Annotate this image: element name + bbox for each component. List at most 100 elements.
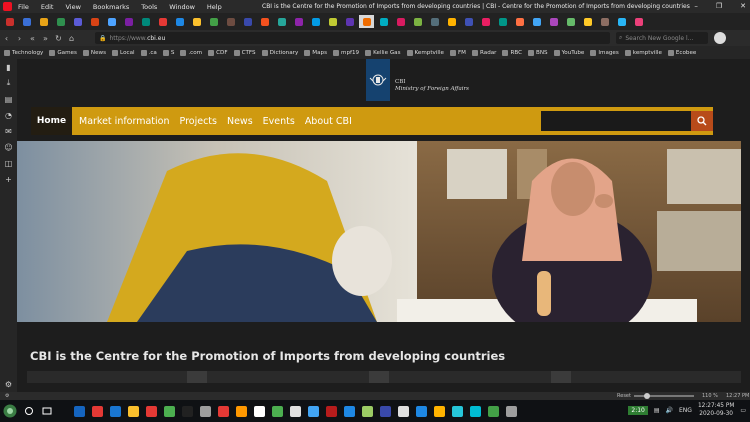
bookmark-item[interactable]: Kellie Gas xyxy=(365,49,401,56)
nav-item[interactable]: Market information xyxy=(79,116,170,127)
back-icon[interactable]: ‹ xyxy=(0,34,13,43)
menu-item[interactable]: File xyxy=(18,3,29,11)
bookmark-item[interactable]: Maps xyxy=(304,49,327,56)
browser-tab[interactable] xyxy=(104,15,119,28)
settings-icon[interactable]: ⚙ xyxy=(5,393,9,399)
taskbar-app-icon[interactable] xyxy=(341,403,357,419)
window-panel-icon[interactable]: ◫ xyxy=(0,155,17,171)
minimize-icon[interactable]: – xyxy=(694,2,698,10)
bookmark-item[interactable]: mpf19 xyxy=(333,49,359,56)
menu-item[interactable]: Help xyxy=(207,3,222,11)
zoom-reset[interactable]: Reset xyxy=(617,393,631,399)
bookmark-item[interactable]: FM xyxy=(449,49,466,56)
browser-tab[interactable] xyxy=(410,15,425,28)
add-panel-icon[interactable]: + xyxy=(0,171,17,187)
browser-tab[interactable] xyxy=(512,15,527,28)
nav-item[interactable]: About CBI xyxy=(305,116,352,127)
taskbar-app-icon[interactable] xyxy=(359,403,375,419)
browser-tab[interactable] xyxy=(393,15,408,28)
browser-tab[interactable] xyxy=(274,15,289,28)
taskbar-app-icon[interactable] xyxy=(269,403,285,419)
bookmark-item[interactable]: .com xyxy=(180,49,202,56)
taskbar-app-icon[interactable] xyxy=(485,403,501,419)
menu-item[interactable]: Bookmarks xyxy=(93,3,129,11)
bookmark-item[interactable]: Technology xyxy=(4,49,43,56)
browser-tab[interactable] xyxy=(189,15,204,28)
bookmark-item[interactable]: Kemptville xyxy=(406,49,444,56)
taskbar-app-icon[interactable] xyxy=(323,403,339,419)
bookmark-item[interactable]: Radar xyxy=(472,49,496,56)
bookmark-item[interactable]: S xyxy=(162,49,174,56)
taskbar-app-icon[interactable] xyxy=(179,403,195,419)
taskbar-app-icon[interactable] xyxy=(395,403,411,419)
bookmark-item[interactable]: .ca xyxy=(140,49,157,56)
bookmark-item[interactable]: Dictionary xyxy=(261,49,298,56)
home-icon[interactable]: ⌂ xyxy=(65,34,78,43)
bookmark-item[interactable]: kemptville xyxy=(624,49,662,56)
browser-tab[interactable] xyxy=(36,15,51,28)
taskbar-app-icon[interactable] xyxy=(215,403,231,419)
fast-forward-icon[interactable]: » xyxy=(39,34,52,43)
browser-tab[interactable] xyxy=(461,15,476,28)
browser-tab[interactable] xyxy=(495,15,510,28)
browser-tab[interactable] xyxy=(631,15,646,28)
browser-tab[interactable] xyxy=(546,15,561,28)
browser-tab[interactable] xyxy=(206,15,221,28)
browser-tab[interactable] xyxy=(240,15,255,28)
bookmark-item[interactable]: RBC xyxy=(502,49,522,56)
bookmark-item[interactable]: Images xyxy=(590,49,619,56)
task-view-icon[interactable] xyxy=(39,403,55,419)
bookmark-item[interactable]: Games xyxy=(49,49,77,56)
taskbar-app-icon[interactable] xyxy=(431,403,447,419)
browser-tab[interactable] xyxy=(444,15,459,28)
taskbar-app-icon[interactable] xyxy=(467,403,483,419)
taskbar-app-icon[interactable] xyxy=(71,403,87,419)
browser-tab[interactable] xyxy=(359,15,374,28)
search-field[interactable]: ⌕ Search New Google l... xyxy=(616,32,708,44)
taskbar-app-icon[interactable] xyxy=(287,403,303,419)
taskbar-clock[interactable]: 12:27:45 PM 2020-09-30 xyxy=(698,402,734,418)
browser-tab[interactable] xyxy=(614,15,629,28)
volume-icon[interactable]: 🔊 xyxy=(666,407,673,414)
taskbar-app-icon[interactable] xyxy=(143,403,159,419)
site-search-button[interactable] xyxy=(691,111,713,131)
browser-tab[interactable] xyxy=(427,15,442,28)
bookmark-item[interactable]: CTFS xyxy=(233,49,256,56)
browser-tab[interactable] xyxy=(87,15,102,28)
taskbar-app-icon[interactable] xyxy=(413,403,429,419)
browser-tab[interactable] xyxy=(138,15,153,28)
tray-badge[interactable]: 2:10 xyxy=(628,405,648,415)
browser-tab[interactable] xyxy=(529,15,544,28)
taskbar-app-icon[interactable] xyxy=(125,403,141,419)
nav-item[interactable]: Events xyxy=(263,116,295,127)
ministry-logo[interactable]: CBI Ministry of Foreign Affairs xyxy=(366,59,486,104)
history-panel-icon[interactable]: ◔ xyxy=(0,107,17,123)
start-button[interactable] xyxy=(0,401,20,421)
browser-tab[interactable] xyxy=(325,15,340,28)
mail-panel-icon[interactable]: ✉ xyxy=(0,123,17,139)
browser-tab[interactable] xyxy=(291,15,306,28)
browser-tab[interactable] xyxy=(597,15,612,28)
browser-tab[interactable] xyxy=(155,15,170,28)
menu-item[interactable]: Tools xyxy=(141,3,157,11)
bookmark-panel-icon[interactable]: ▮ xyxy=(0,59,17,75)
browser-tab[interactable] xyxy=(2,15,17,28)
search-taskbar-icon[interactable] xyxy=(21,403,37,419)
notifications-icon[interactable]: ▭ xyxy=(740,407,746,414)
browser-tab[interactable] xyxy=(308,15,323,28)
browser-tab[interactable] xyxy=(580,15,595,28)
browser-tab[interactable] xyxy=(376,15,391,28)
taskbar-app-icon[interactable] xyxy=(89,403,105,419)
browser-tab[interactable] xyxy=(172,15,187,28)
taskbar-app-icon[interactable] xyxy=(305,403,321,419)
close-icon[interactable]: ✕ xyxy=(740,2,746,10)
vivaldi-logo-icon[interactable] xyxy=(3,2,12,11)
taskbar-app-icon[interactable] xyxy=(449,403,465,419)
browser-tab[interactable] xyxy=(257,15,272,28)
forward-icon[interactable]: › xyxy=(13,34,26,43)
nav-home[interactable]: Home xyxy=(31,107,72,135)
bookmark-item[interactable]: BNS xyxy=(528,49,548,56)
maximize-icon[interactable]: ❐ xyxy=(716,2,722,10)
nav-item[interactable]: Projects xyxy=(180,116,217,127)
taskbar-app-icon[interactable] xyxy=(107,403,123,419)
